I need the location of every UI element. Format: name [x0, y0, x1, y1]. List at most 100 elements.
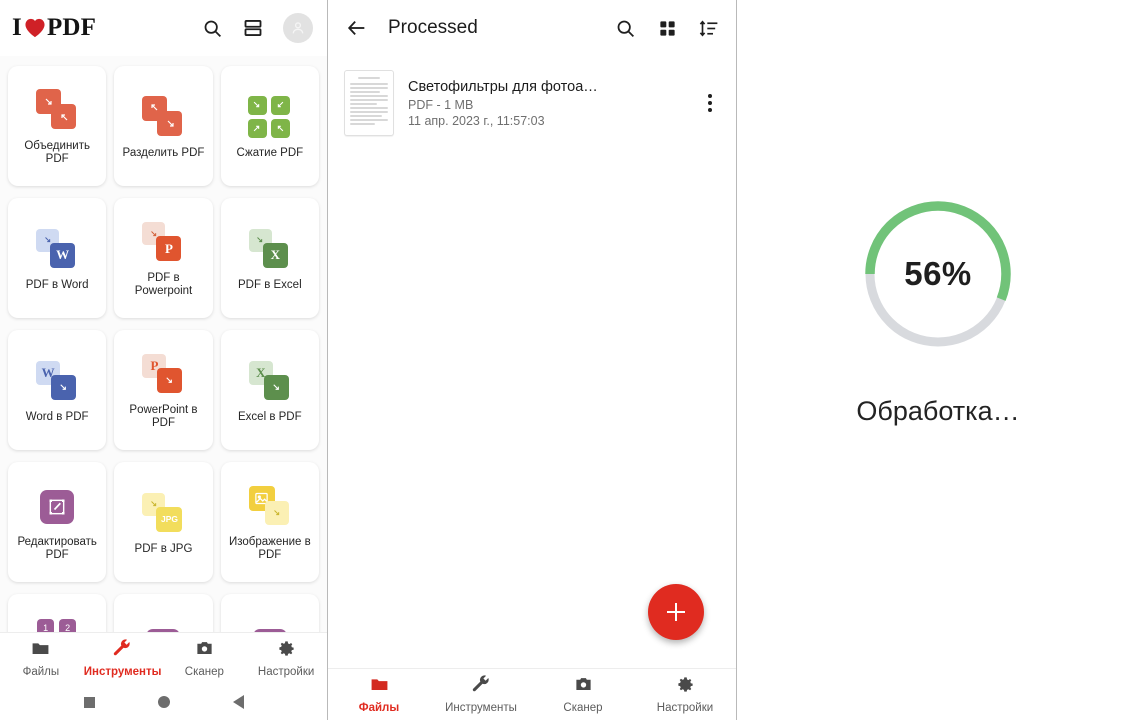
- watermark-icon: [146, 619, 181, 632]
- progress-ring: 56%: [862, 198, 1014, 350]
- recents-button[interactable]: [83, 696, 95, 708]
- nav-item-settings[interactable]: Настройки: [245, 639, 327, 678]
- wrench-icon: [472, 675, 491, 699]
- gear-icon: [676, 675, 695, 699]
- tool-label: PDF в Word: [25, 278, 89, 291]
- nav-label: Инструменты: [83, 666, 162, 678]
- tool-label: Редактировать PDF: [17, 536, 97, 561]
- search-icon[interactable]: [202, 18, 223, 39]
- merge-pdf-icon: [32, 84, 82, 138]
- plus-icon: [666, 602, 686, 622]
- processing-panel: 56% Обработка…: [737, 0, 1139, 720]
- nav-item-scanner[interactable]: Сканер: [164, 639, 246, 678]
- image-to-pdf-icon: [247, 480, 293, 534]
- compress-pdf-icon: [247, 91, 292, 145]
- home-button[interactable]: [157, 696, 170, 708]
- camera-icon: [574, 675, 593, 699]
- tool-card-powerpoint-to-pdf[interactable]: P PowerPoint в PDF: [114, 330, 213, 450]
- tool-label: PowerPoint в PDF: [129, 404, 198, 429]
- tool-label: Сжатие PDF: [236, 146, 304, 159]
- pdf-to-excel-icon: X: [247, 223, 293, 277]
- back-button[interactable]: [232, 695, 244, 709]
- tools-bottom-nav: Файлы Инструменты Сканер Настройки: [0, 632, 327, 684]
- tools-panel: I PDF Объединить PDF Разделить PDF Сжати…: [0, 0, 328, 720]
- nav-label: Настройки: [257, 666, 315, 678]
- gear-icon: [277, 639, 296, 663]
- heart-icon: [24, 18, 46, 38]
- pdf-to-powerpoint-icon: P: [140, 216, 186, 270]
- progress-percent: 56%: [904, 255, 972, 292]
- tool-label: Excel в PDF: [238, 410, 302, 423]
- tool-card-edit-pdf[interactable]: Редактировать PDF: [8, 462, 107, 582]
- nav-item-settings[interactable]: Настройки: [634, 675, 736, 714]
- logo-text-before: I: [12, 14, 22, 41]
- nav-label: Файлы: [22, 666, 60, 678]
- tool-card-split-pdf[interactable]: Разделить PDF: [114, 66, 213, 186]
- tool-card-compress-pdf[interactable]: Сжатие PDF: [220, 66, 319, 186]
- tools-panel-header: I PDF: [0, 0, 327, 56]
- tools-header-actions: [202, 13, 313, 43]
- logo-text-after: PDF: [46, 14, 97, 41]
- word-to-pdf-icon: W: [34, 355, 80, 409]
- nav-item-files[interactable]: Файлы: [328, 675, 430, 714]
- arrow-left-icon[interactable]: [340, 11, 374, 45]
- tool-label: PDF в JPG: [134, 542, 193, 555]
- folder-icon: [31, 639, 50, 663]
- document-thumbnail: [344, 70, 394, 136]
- pdf-to-word-icon: W: [34, 223, 80, 277]
- tool-card-pdf-to-powerpoint[interactable]: P PDF в Powerpoint: [114, 198, 213, 318]
- tool-card-watermark[interactable]: Водяной знак: [114, 594, 213, 632]
- nav-label: Настройки: [656, 702, 714, 714]
- page-title: Processed: [388, 17, 478, 38]
- tool-card-pdf-to-excel[interactable]: X PDF в Excel: [220, 198, 319, 318]
- rotate-pdf-icon: [252, 619, 287, 632]
- tool-card-pdf-to-word[interactable]: W PDF в Word: [8, 198, 107, 318]
- android-system-bar: [0, 684, 327, 720]
- nav-label: Файлы: [358, 702, 400, 714]
- nav-label: Сканер: [184, 666, 224, 678]
- nav-item-tools[interactable]: Инструменты: [430, 675, 532, 714]
- tool-label: Word в PDF: [25, 410, 89, 423]
- app-screen: I PDF Объединить PDF Разделить PDF Сжати…: [0, 0, 1139, 720]
- powerpoint-to-pdf-icon: P: [140, 348, 186, 402]
- nav-label: Сканер: [563, 702, 603, 714]
- tool-label: PDF в Excel: [238, 278, 302, 291]
- layout-toggle-icon[interactable]: [243, 18, 263, 38]
- processed-header: Processed: [328, 0, 736, 56]
- account-avatar[interactable]: [283, 13, 313, 43]
- nav-item-tools[interactable]: Инструменты: [82, 639, 164, 678]
- tool-label: Разделить PDF: [122, 146, 205, 159]
- wrench-icon: [113, 639, 132, 663]
- ilovepdf-logo[interactable]: I PDF: [12, 14, 96, 42]
- page-numbers-icon: 1 2 3 4: [37, 612, 77, 632]
- list-item[interactable]: Светофильтры для фотоа… PDF - 1 MB 11 ап…: [328, 62, 736, 144]
- tool-card-pdf-to-jpg[interactable]: JPG PDF в JPG: [114, 462, 213, 582]
- add-file-fab[interactable]: [648, 584, 704, 640]
- tool-card-image-to-pdf[interactable]: Изображение в PDF: [220, 462, 319, 582]
- files-bottom-nav: Файлы Инструменты Сканер Настройки: [328, 668, 736, 720]
- sort-icon[interactable]: [699, 18, 720, 39]
- tool-card-excel-to-pdf[interactable]: X Excel в PDF: [220, 330, 319, 450]
- search-icon[interactable]: [615, 18, 636, 39]
- file-info: Светофильтры для фотоа… PDF - 1 MB 11 ап…: [408, 79, 682, 128]
- camera-icon: [195, 639, 214, 663]
- grid-view-icon[interactable]: [658, 19, 677, 38]
- tool-label: Изображение в PDF: [228, 536, 311, 561]
- file-meta: PDF - 1 MB: [408, 97, 474, 112]
- tools-scroll-area[interactable]: Объединить PDF Разделить PDF Сжатие PDF …: [0, 56, 327, 632]
- nav-label: Инструменты: [445, 702, 517, 714]
- tool-card-word-to-pdf[interactable]: W Word в PDF: [8, 330, 107, 450]
- progress-indicator: 56% Обработка…: [856, 198, 1020, 427]
- file-name: Светофильтры для фотоа…: [408, 78, 598, 95]
- nav-item-scanner[interactable]: Сканер: [532, 675, 634, 714]
- tool-card-rotate-pdf[interactable]: Повернуть PDF: [220, 594, 319, 632]
- tool-label: Объединить PDF: [24, 140, 90, 165]
- split-pdf-icon: [138, 91, 188, 145]
- tool-card-merge-pdf[interactable]: Объединить PDF: [8, 66, 107, 186]
- tool-label: PDF в Powerpoint: [134, 272, 193, 297]
- nav-item-files[interactable]: Файлы: [0, 639, 82, 678]
- tools-grid: Объединить PDF Разделить PDF Сжатие PDF …: [8, 56, 319, 632]
- more-vertical-icon[interactable]: [696, 94, 724, 112]
- excel-to-pdf-icon: X: [247, 355, 293, 409]
- tool-card-page-numbers[interactable]: 1 2 3 4 Нумерация страниц: [8, 594, 107, 632]
